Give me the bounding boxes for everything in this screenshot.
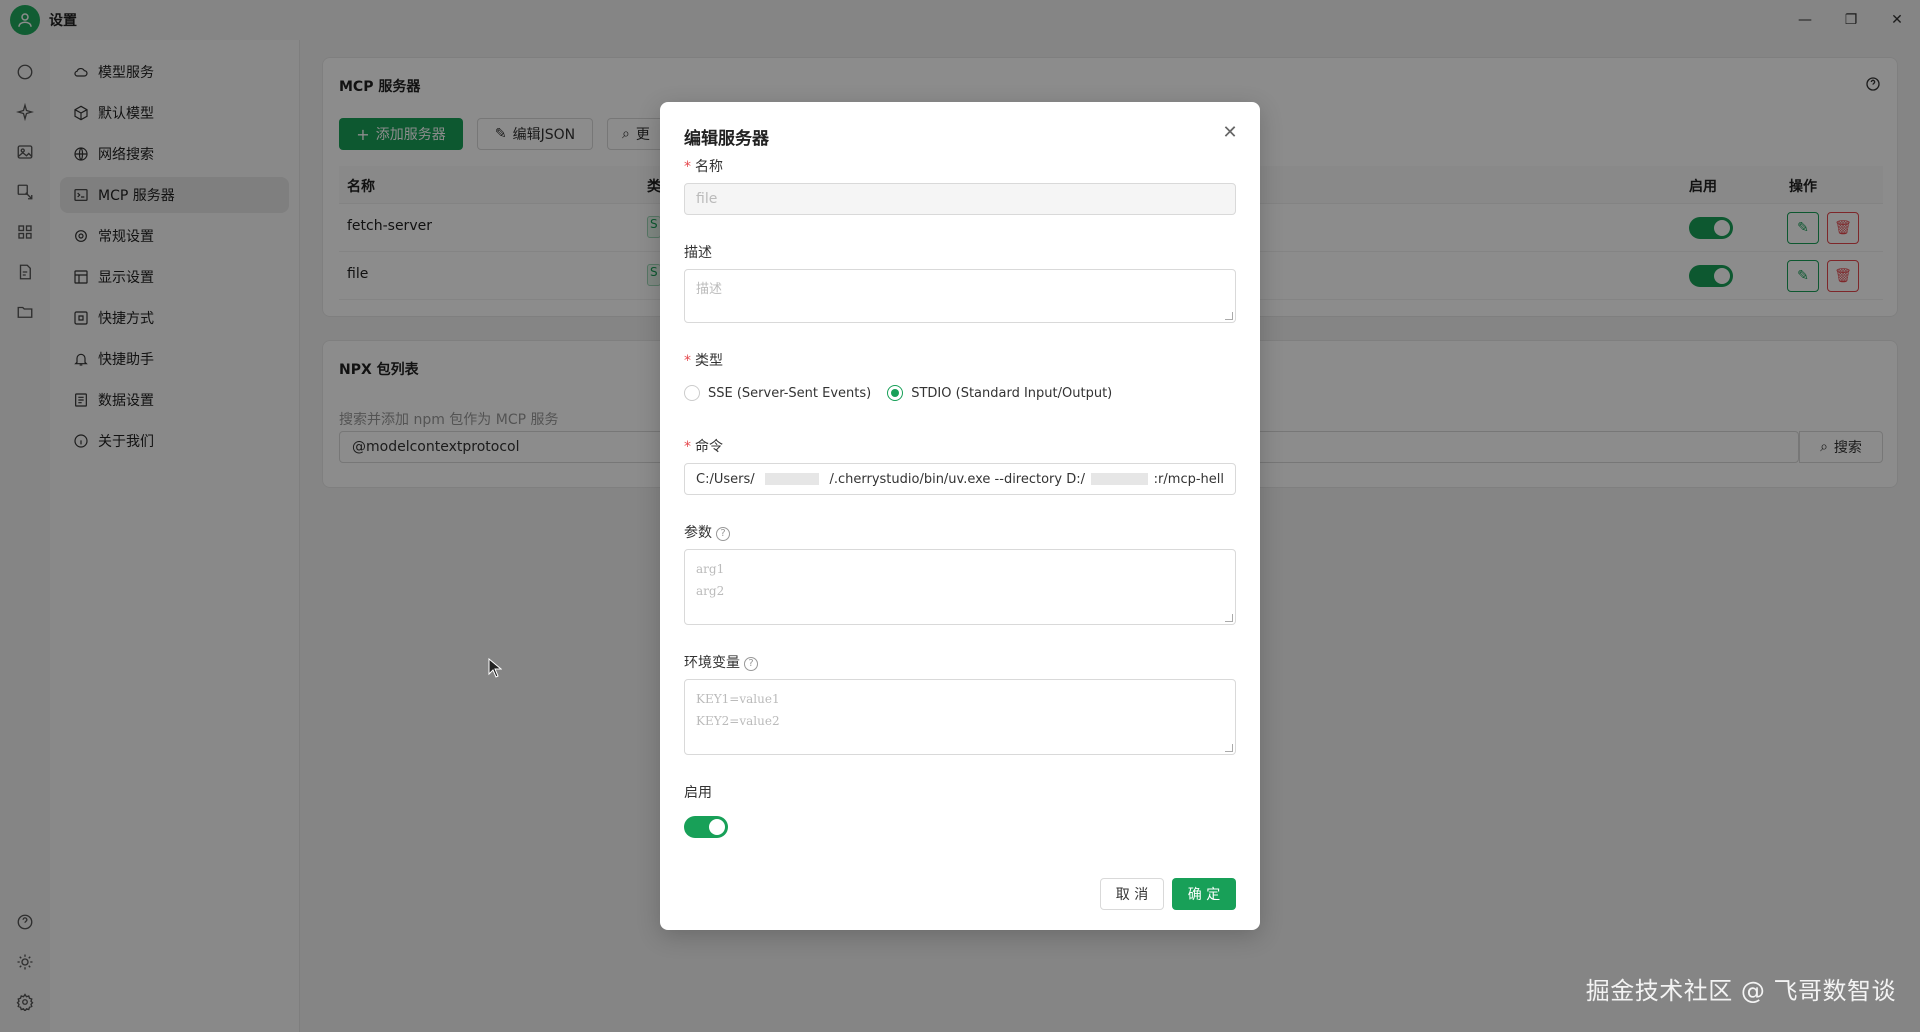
name-label: * 名称 bbox=[684, 159, 723, 175]
modal-title: 编辑服务器 bbox=[684, 129, 769, 149]
radio-stdio[interactable] bbox=[887, 385, 904, 401]
type-radio-group: SSE (Server-Sent Events) STDIO (Standard… bbox=[684, 385, 1112, 401]
edit-server-modal: 编辑服务器 ✕ * 名称 file 描述 描述 * 类型 SSE (Server-S… bbox=[660, 102, 1260, 930]
command-field[interactable]: C:/Users//.cherrystudio/bin/uv.exe --dir… bbox=[684, 463, 1236, 495]
close-icon[interactable]: ✕ bbox=[1218, 120, 1242, 144]
env-field[interactable]: KEY1=value1 KEY2=value2 bbox=[684, 679, 1236, 755]
question-circle-icon[interactable]: ? bbox=[716, 527, 730, 541]
type-label: * 类型 bbox=[684, 353, 723, 369]
radio-stdio-label: STDIO (Standard Input/Output) bbox=[911, 385, 1113, 401]
args-field[interactable]: arg1 arg2 bbox=[684, 549, 1236, 625]
radio-sse[interactable] bbox=[684, 385, 700, 401]
enable-switch[interactable] bbox=[684, 816, 728, 838]
command-label: * 命令 bbox=[684, 439, 723, 455]
question-circle-icon[interactable]: ? bbox=[744, 657, 758, 671]
mouse-cursor-icon bbox=[488, 658, 502, 678]
enable-label: 启用 bbox=[684, 785, 712, 801]
args-label: 参数? bbox=[684, 522, 730, 542]
env-label: 环境变量? bbox=[684, 652, 758, 672]
cancel-button[interactable]: 取 消 bbox=[1100, 878, 1164, 910]
watermark: 掘金技术社区 @ 飞哥数智谈 bbox=[1585, 977, 1896, 1005]
description-label: 描述 bbox=[684, 245, 712, 261]
ok-button[interactable]: 确 定 bbox=[1172, 878, 1236, 910]
name-field[interactable]: file bbox=[684, 183, 1236, 215]
description-field[interactable]: 描述 bbox=[684, 269, 1236, 323]
radio-sse-label: SSE (Server-Sent Events) bbox=[708, 385, 872, 401]
